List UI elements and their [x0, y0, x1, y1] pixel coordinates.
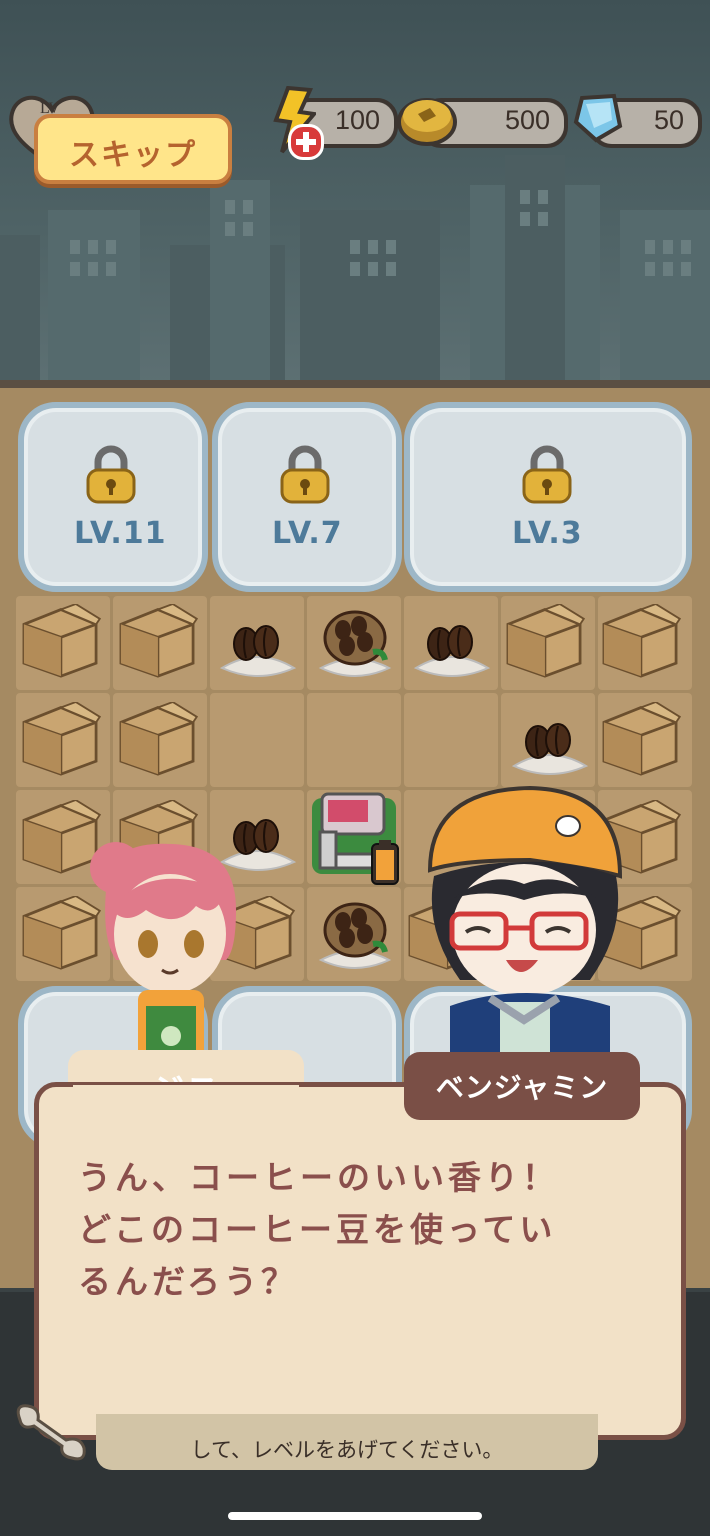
locked-area-2-level: LV.7	[272, 516, 343, 551]
coffee-bean-sack-item[interactable]	[313, 896, 397, 976]
coffee-bean-sack-item[interactable]	[313, 604, 397, 684]
coin-icon	[396, 92, 458, 148]
bone-icon	[10, 1400, 90, 1464]
gem-icon	[572, 92, 624, 144]
espresso-machine-generator[interactable]	[306, 788, 406, 888]
cardboard-box[interactable]	[502, 604, 586, 678]
dialog-line: るんだろう？	[78, 1262, 299, 1301]
cardboard-box[interactable]	[18, 604, 102, 678]
skip-button[interactable]: スキップ	[34, 114, 232, 184]
cardboard-box[interactable]	[598, 702, 682, 776]
cardboard-box[interactable]	[115, 702, 199, 776]
cardboard-box[interactable]	[18, 702, 102, 776]
coffee-beans-item[interactable]	[508, 704, 592, 784]
character-benjamin	[420, 780, 630, 1080]
skip-button-label: スキップ	[69, 138, 197, 173]
lock-icon	[278, 444, 332, 504]
speaker-tab-benjamin: ベンジャミン	[404, 1052, 640, 1120]
speaker-name-benjamin: ベンジャミン	[435, 1071, 609, 1104]
locked-area-3-level: LV.3	[512, 516, 583, 551]
street-divider	[0, 380, 710, 388]
dialog-text: うん、コーヒーのいい香り！ どこのコーヒー豆を使ってい るんだろう？	[78, 1152, 638, 1308]
lock-icon	[520, 444, 574, 504]
cardboard-box[interactable]	[115, 604, 199, 678]
add-energy-icon[interactable]	[288, 124, 324, 160]
lock-icon	[84, 444, 138, 504]
speaker-tab-jisu-cover	[73, 1085, 299, 1095]
coin-value: 500	[504, 105, 550, 135]
coffee-beans-item[interactable]	[216, 606, 300, 686]
city-background	[0, 0, 710, 385]
dialog-line: うん、コーヒーのいい香り！	[78, 1158, 559, 1197]
cardboard-box[interactable]	[598, 604, 682, 678]
coffee-beans-item[interactable]	[410, 606, 494, 686]
home-indicator[interactable]	[228, 1512, 482, 1520]
hint-banner: して、レベルをあげてください。	[96, 1414, 598, 1470]
energy-value: 100	[334, 105, 380, 135]
locked-area-1-level: LV.11	[74, 516, 167, 551]
gem-value: 50	[653, 105, 684, 135]
dialog-line: どこのコーヒー豆を使ってい	[78, 1210, 557, 1249]
hint-text: して、レベルをあげてください。	[190, 1438, 504, 1462]
